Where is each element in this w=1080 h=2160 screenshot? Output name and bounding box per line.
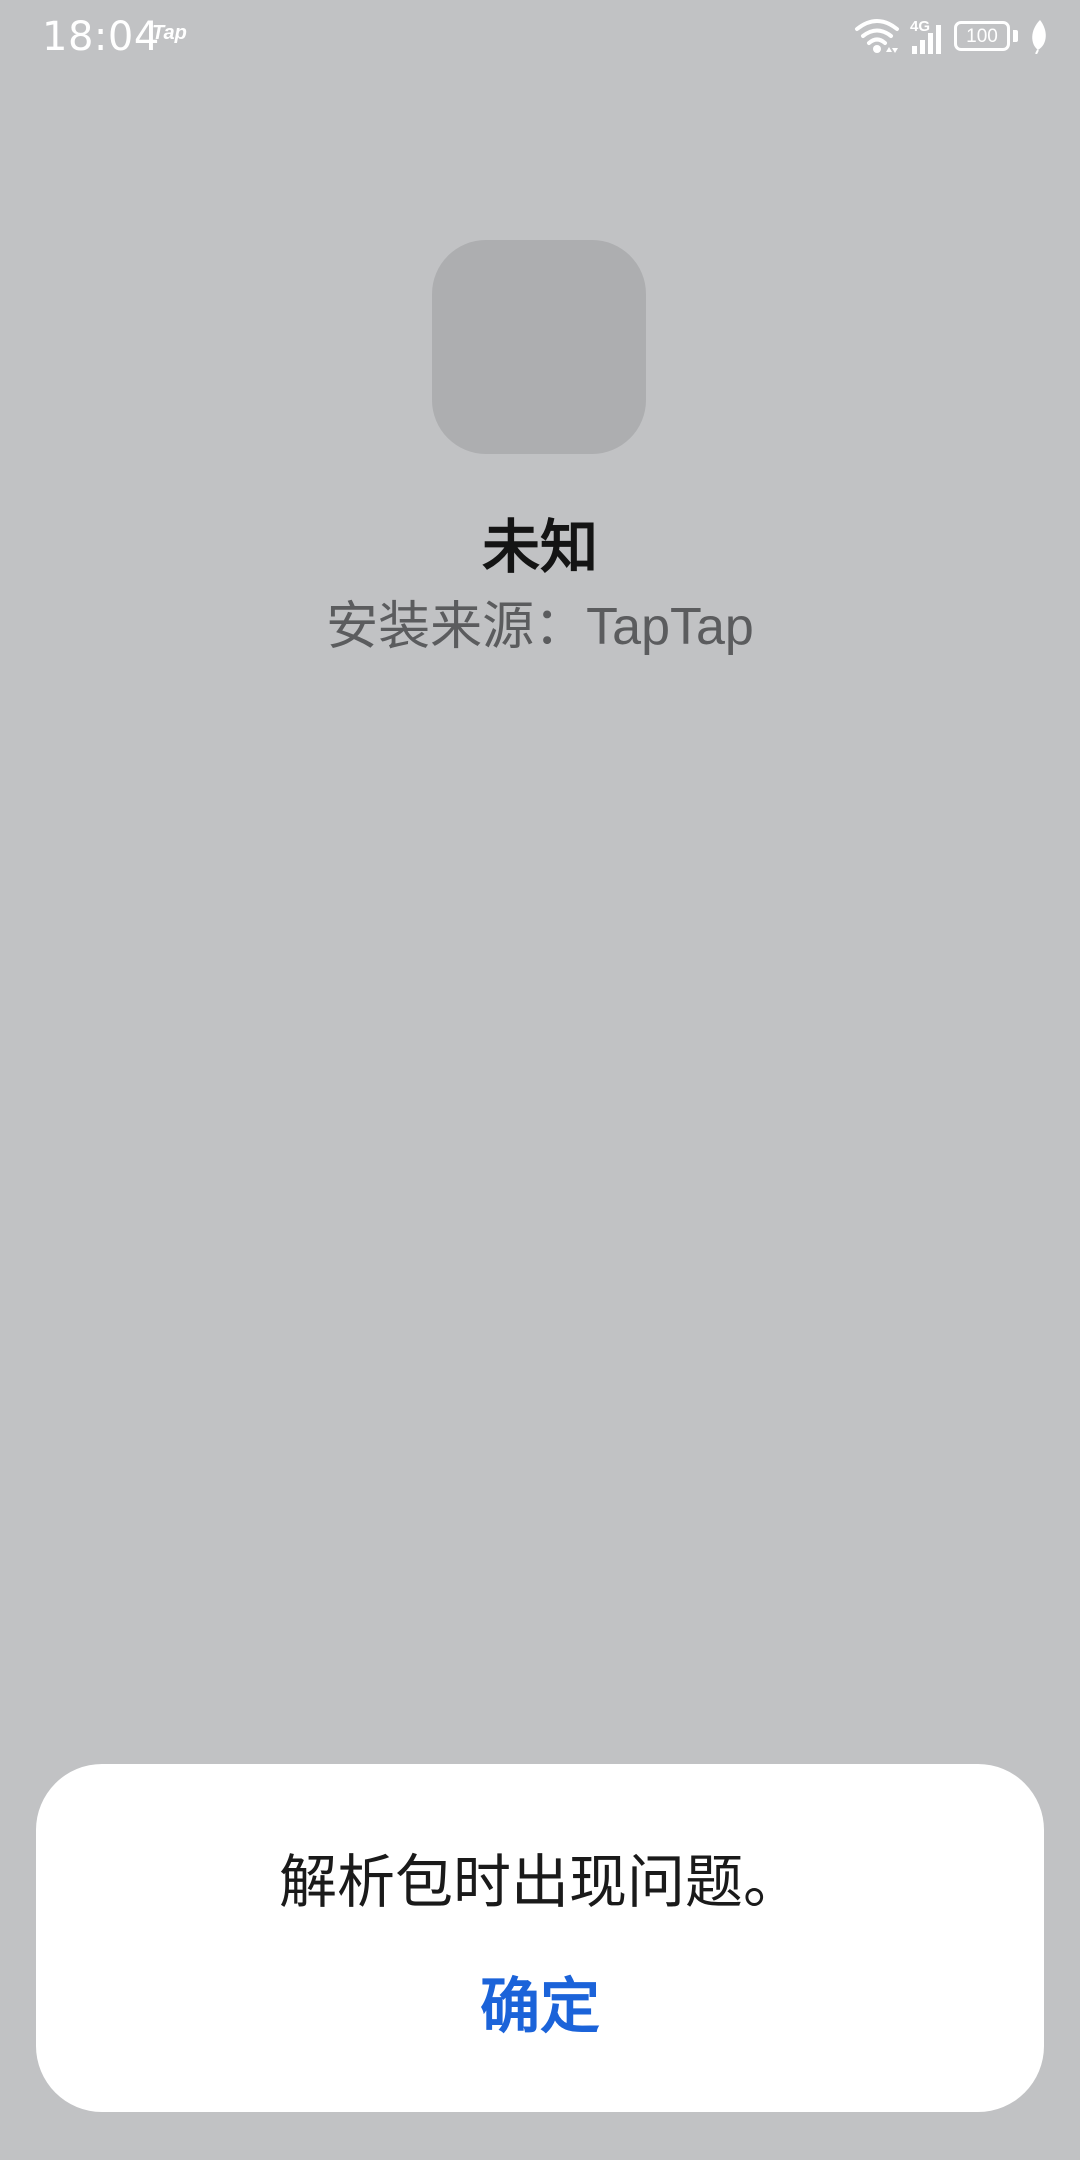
status-icons: 4G 100 — [854, 16, 1050, 56]
battery-icon: 100 — [954, 21, 1018, 51]
network-type-indicator: 4G — [910, 16, 944, 56]
battery-body: 100 — [954, 21, 1010, 51]
error-dialog: 解析包时出现问题。 确定 — [36, 1764, 1044, 2112]
install-source-label: 安装来源： — [326, 597, 587, 657]
battery-tip — [1013, 30, 1018, 42]
leaf-icon — [1032, 20, 1046, 54]
wifi-icon — [855, 19, 899, 53]
app-icon-placeholder — [432, 240, 646, 454]
confirm-button[interactable]: 确定 — [440, 1964, 640, 2050]
dialog-message: 解析包时出现问题。 — [278, 1848, 801, 1916]
battery-level: 100 — [966, 25, 998, 47]
status-bar: 18:04 Tap 4G 100 — [0, 0, 1080, 72]
install-source: 安装来源：TapTap — [0, 594, 1080, 660]
install-source-value: TapTap — [586, 598, 754, 656]
signal-icon — [912, 25, 941, 54]
taptap-notification-icon: Tap — [152, 22, 187, 44]
app-name: 未知 — [481, 513, 598, 581]
status-time: 18:04 — [42, 14, 160, 60]
